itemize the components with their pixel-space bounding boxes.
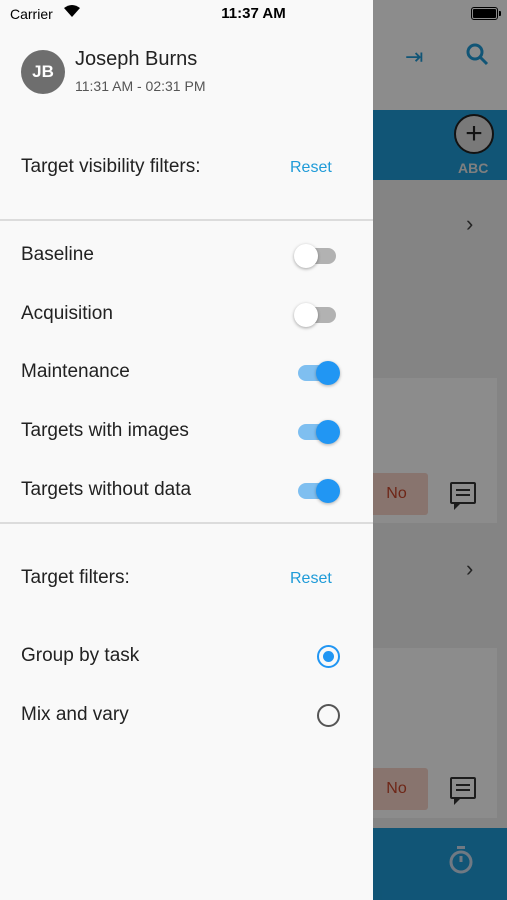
group-by-task-radio[interactable] (317, 645, 340, 668)
user-name: Joseph Burns (75, 48, 198, 70)
filter-label-targets-without-data: Targets without data (21, 479, 192, 500)
avatar: JB (21, 50, 65, 94)
battery-icon (471, 7, 501, 20)
user-time-range: 11:31 AM - 02:31 PM (75, 78, 206, 94)
filter-label-baseline: Baseline (21, 244, 94, 265)
target-filters-title: Target filters: (21, 567, 130, 588)
filter-label-acquisition: Acquisition (21, 303, 113, 324)
maintenance-toggle[interactable] (294, 359, 340, 387)
target-filters-reset-button[interactable]: Reset (290, 570, 332, 588)
option-label-group-by-task: Group by task (21, 645, 140, 666)
acquisition-toggle[interactable] (294, 301, 340, 329)
visibility-filters-title: Target visibility filters: (21, 156, 201, 177)
divider (0, 522, 373, 524)
targets-with-images-toggle[interactable] (294, 418, 340, 446)
divider (0, 219, 373, 221)
filter-label-maintenance: Maintenance (21, 361, 130, 382)
visibility-reset-button[interactable]: Reset (290, 159, 332, 177)
baseline-toggle[interactable] (294, 242, 340, 270)
filter-drawer: JB Joseph Burns 11:31 AM - 02:31 PM Targ… (0, 0, 373, 900)
mix-and-vary-radio[interactable] (317, 704, 340, 727)
filter-label-targets-with-images: Targets with images (21, 420, 189, 441)
targets-without-data-toggle[interactable] (294, 477, 340, 505)
option-label-mix-and-vary: Mix and vary (21, 704, 129, 725)
status-bar: Carrier 11:37 AM (0, 0, 507, 28)
status-time: 11:37 AM (221, 5, 286, 22)
